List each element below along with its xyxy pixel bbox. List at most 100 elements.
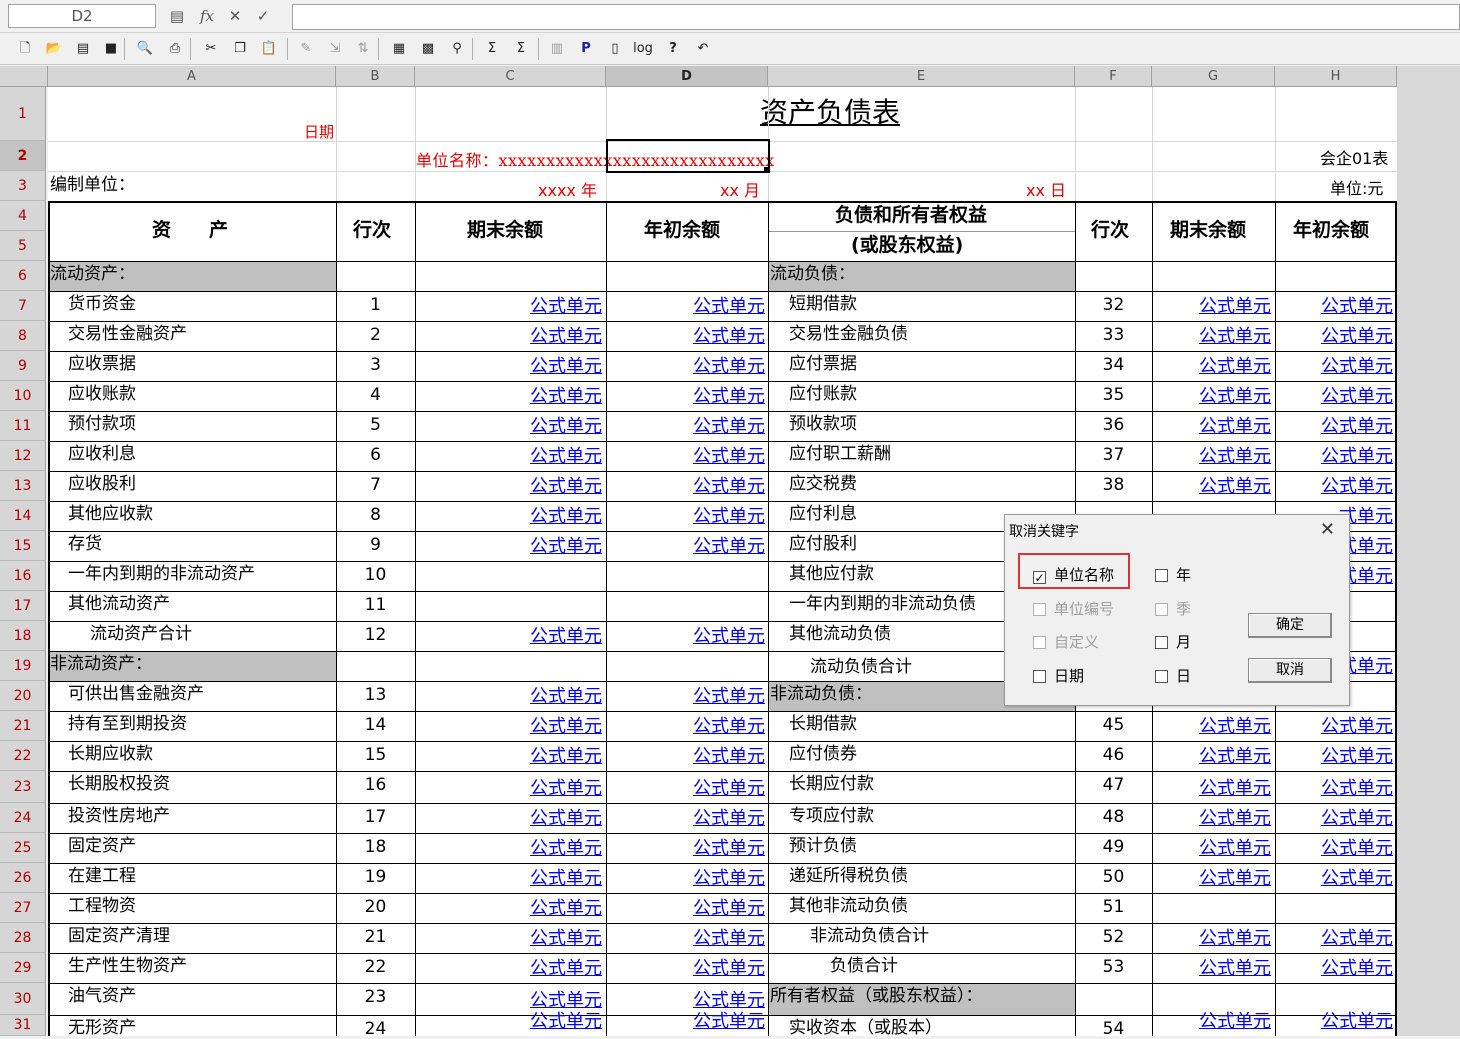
column-header-b[interactable]: B <box>336 66 415 87</box>
formula-cell[interactable]: 公式单元 <box>693 387 765 407</box>
row-header-21[interactable]: 21 <box>0 711 46 741</box>
p-icon[interactable]: P <box>575 38 597 60</box>
formula-cell[interactable]: 公式单元 <box>693 779 765 799</box>
formula-cell[interactable]: 公式单元 <box>530 387 602 407</box>
table-icon[interactable]: ▦ <box>388 38 410 60</box>
sum-select-icon[interactable]: Σ <box>510 38 532 60</box>
formula-cell[interactable]: 公式单元 <box>1321 297 1393 317</box>
formula-cell[interactable]: 公式单元 <box>1321 327 1393 347</box>
formula-cell[interactable]: 公式单元 <box>1321 959 1393 979</box>
formula-cell[interactable]: 公式单元 <box>530 929 602 949</box>
formula-cell[interactable]: 公式单元 <box>1199 477 1271 497</box>
fill-handle[interactable] <box>764 167 770 173</box>
row-header-10[interactable]: 10 <box>0 381 46 411</box>
paste-icon[interactable]: 📋 <box>258 38 280 60</box>
formula-cell[interactable]: 公式单元 <box>693 991 765 1011</box>
formula-cell[interactable]: 公式单元 <box>530 899 602 919</box>
formula-cell[interactable]: 公式单元 <box>530 959 602 979</box>
row-header-7[interactable]: 7 <box>0 291 46 321</box>
row-header-11[interactable]: 11 <box>0 411 46 441</box>
formula-cell[interactable]: 公式单元 <box>1321 809 1393 829</box>
formula-cell[interactable]: 公式单元 <box>530 627 602 647</box>
formula-cell[interactable]: 公式单元 <box>693 297 765 317</box>
formula-cell[interactable]: 公式单元 <box>693 959 765 979</box>
formula-cell[interactable]: 公式单元 <box>1199 809 1271 829</box>
formula-cell[interactable]: 公式单元 <box>530 717 602 737</box>
formula-cell[interactable]: 公式单元 <box>1321 417 1393 437</box>
selected-cell-d2[interactable] <box>606 139 770 173</box>
cell-reference-box[interactable]: D2 <box>8 4 156 28</box>
formula-input[interactable] <box>292 4 1460 30</box>
formula-cell[interactable]: 公式单元 <box>1199 717 1271 737</box>
formula-cell[interactable]: 公式单元 <box>1321 447 1393 467</box>
formula-cell[interactable]: 公式单元 <box>693 627 765 647</box>
formula-cell[interactable]: 公式单元 <box>530 357 602 377</box>
formula-cell[interactable]: 公式单元 <box>693 687 765 707</box>
formula-cell[interactable]: 公式单元 <box>1321 1012 1393 1032</box>
formula-cell[interactable]: 公式单元 <box>1199 327 1271 347</box>
formula-cell[interactable]: 公式单元 <box>1199 357 1271 377</box>
formula-cell[interactable]: 公式单元 <box>693 747 765 767</box>
formula-cell[interactable]: 公式单元 <box>1321 357 1393 377</box>
formula-cell[interactable]: 公式单元 <box>1321 717 1393 737</box>
row-header-30[interactable]: 30 <box>0 983 46 1015</box>
formula-cell[interactable]: 公式单元 <box>1321 477 1393 497</box>
row-header-13[interactable]: 13 <box>0 471 46 501</box>
row-header-3[interactable]: 3 <box>0 171 46 201</box>
column-header-e[interactable]: E <box>768 66 1075 87</box>
row-header-18[interactable]: 18 <box>0 621 46 651</box>
cancel-button[interactable]: 取消 <box>1248 658 1332 683</box>
formula-cell[interactable]: 公式单元 <box>1199 387 1271 407</box>
row-header-15[interactable]: 15 <box>0 531 46 561</box>
save-icon[interactable]: ■ <box>100 38 122 60</box>
cut-icon[interactable]: ✂ <box>200 38 222 60</box>
grid-icon[interactable]: ▩ <box>417 38 439 60</box>
help-icon[interactable]: ? <box>662 38 684 60</box>
row-header-2[interactable]: 2 <box>0 141 46 171</box>
undo-icon[interactable]: ↶ <box>692 38 714 60</box>
row-header-22[interactable]: 22 <box>0 741 46 771</box>
year-field[interactable]: xxxx 年 <box>538 181 597 201</box>
row-header-28[interactable]: 28 <box>0 923 46 953</box>
row-header-5[interactable]: 5 <box>0 231 46 261</box>
formula-cell[interactable]: 公式单元 <box>530 537 602 557</box>
formula-cell[interactable]: 公式单元 <box>1321 779 1393 799</box>
column-header-g[interactable]: G <box>1152 66 1275 87</box>
row-header-31[interactable]: 31 <box>0 1015 46 1036</box>
row-header-16[interactable]: 16 <box>0 561 46 591</box>
formula-cell[interactable]: 公式单元 <box>530 809 602 829</box>
log-icon[interactable]: log <box>632 38 654 60</box>
close-icon[interactable]: ✕ <box>1320 519 1335 540</box>
formula-cell[interactable]: 公式单元 <box>530 869 602 889</box>
copy-icon[interactable]: ❐ <box>229 38 251 60</box>
open-folder-icon[interactable]: 📂 <box>43 38 65 60</box>
column-header-d[interactable]: D <box>606 66 768 87</box>
ok-button[interactable]: 确定 <box>1248 613 1332 638</box>
confirm-edit-icon[interactable]: ✓ <box>252 6 274 26</box>
sum-icon[interactable]: Σ <box>481 38 503 60</box>
cancel-edit-icon[interactable]: ✕ <box>224 6 246 26</box>
formula-cell[interactable]: 公式单元 <box>530 507 602 527</box>
formula-cell[interactable]: 公式单元 <box>530 1012 602 1032</box>
formula-cell[interactable]: 公式单元 <box>693 327 765 347</box>
row-header-19[interactable]: 19 <box>0 651 46 681</box>
formula-cell[interactable]: 公式单元 <box>1321 869 1393 889</box>
formula-cell[interactable]: 公式单元 <box>530 747 602 767</box>
formula-cell[interactable]: 公式单元 <box>1199 959 1271 979</box>
formula-cell[interactable]: 公式单元 <box>693 839 765 859</box>
day-field[interactable]: xx 日 <box>1026 181 1066 201</box>
formula-cell[interactable]: 公式单元 <box>693 929 765 949</box>
formula-cell[interactable]: 公式单元 <box>530 839 602 859</box>
formula-cell[interactable]: 公式单元 <box>693 357 765 377</box>
row-header-9[interactable]: 9 <box>0 351 46 381</box>
formula-cell[interactable]: 公式单元 <box>530 417 602 437</box>
formula-cell[interactable]: 公式单元 <box>693 447 765 467</box>
checkbox-year[interactable]: 年 <box>1155 566 1191 584</box>
row-header-14[interactable]: 14 <box>0 501 46 531</box>
new-file-icon[interactable]: 🗋 <box>14 38 36 60</box>
formula-cell[interactable]: 公式单元 <box>1199 1012 1271 1032</box>
print-preview-icon[interactable]: 🔍 <box>134 38 156 60</box>
formula-cell[interactable]: 公式单元 <box>530 327 602 347</box>
formula-cell[interactable]: 公式单元 <box>1199 779 1271 799</box>
row-header-25[interactable]: 25 <box>0 833 46 863</box>
